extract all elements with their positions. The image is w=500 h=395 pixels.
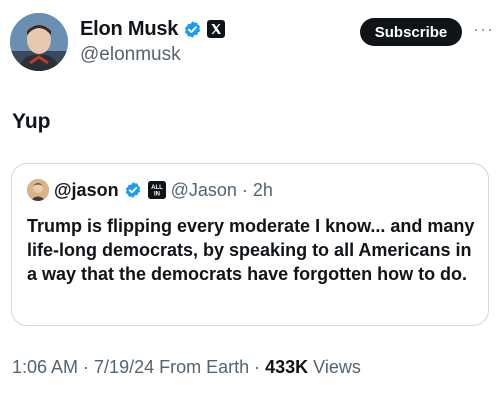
quoted-author-handle[interactable]: @Jason bbox=[171, 180, 237, 201]
separator-dot: · bbox=[254, 357, 261, 377]
more-options-icon[interactable]: ··· bbox=[473, 19, 494, 40]
author-handle[interactable]: @elonmusk bbox=[80, 44, 181, 66]
quoted-tweet-text: Trump is flipping every moderate I know.… bbox=[27, 216, 475, 284]
verified-badge-icon[interactable] bbox=[183, 20, 202, 39]
tweet-date[interactable]: 7/19/24 bbox=[94, 357, 154, 378]
separator-dot: · bbox=[83, 357, 90, 377]
views-label[interactable]: Views bbox=[313, 357, 361, 378]
tweet-time[interactable]: 1:06 AM bbox=[12, 357, 78, 378]
quoted-tweet-card[interactable]: @jason ALL IN @Jason · 2h Trump is flipp… bbox=[11, 163, 489, 326]
all-in-logo-icon[interactable]: ALL IN bbox=[147, 181, 166, 199]
tweet-meta-row: 1:06 AM · 7/19/24 From Earth · 433K View… bbox=[12, 357, 361, 378]
tweet-text: Yup bbox=[12, 110, 51, 133]
quoted-tweet-time[interactable]: 2h bbox=[253, 180, 273, 201]
quoted-tweet-header: @jason ALL IN @Jason · 2h bbox=[27, 177, 273, 203]
separator-dot: · bbox=[241, 179, 248, 200]
svg-text:IN: IN bbox=[154, 192, 160, 198]
tweet-source: From Earth bbox=[159, 357, 250, 377]
subscribe-button[interactable]: Subscribe bbox=[360, 18, 462, 46]
x-logo-icon[interactable] bbox=[207, 20, 226, 38]
author-name[interactable]: Elon Musk bbox=[80, 18, 178, 41]
views-count[interactable]: 433K bbox=[265, 357, 308, 378]
author-avatar[interactable] bbox=[10, 13, 68, 71]
author-name-row: Elon Musk bbox=[80, 16, 226, 42]
svg-text:ALL: ALL bbox=[151, 185, 163, 191]
verified-badge-icon[interactable] bbox=[124, 181, 143, 200]
quoted-author-name[interactable]: @jason bbox=[54, 180, 119, 201]
quoted-author-avatar[interactable] bbox=[27, 179, 49, 201]
